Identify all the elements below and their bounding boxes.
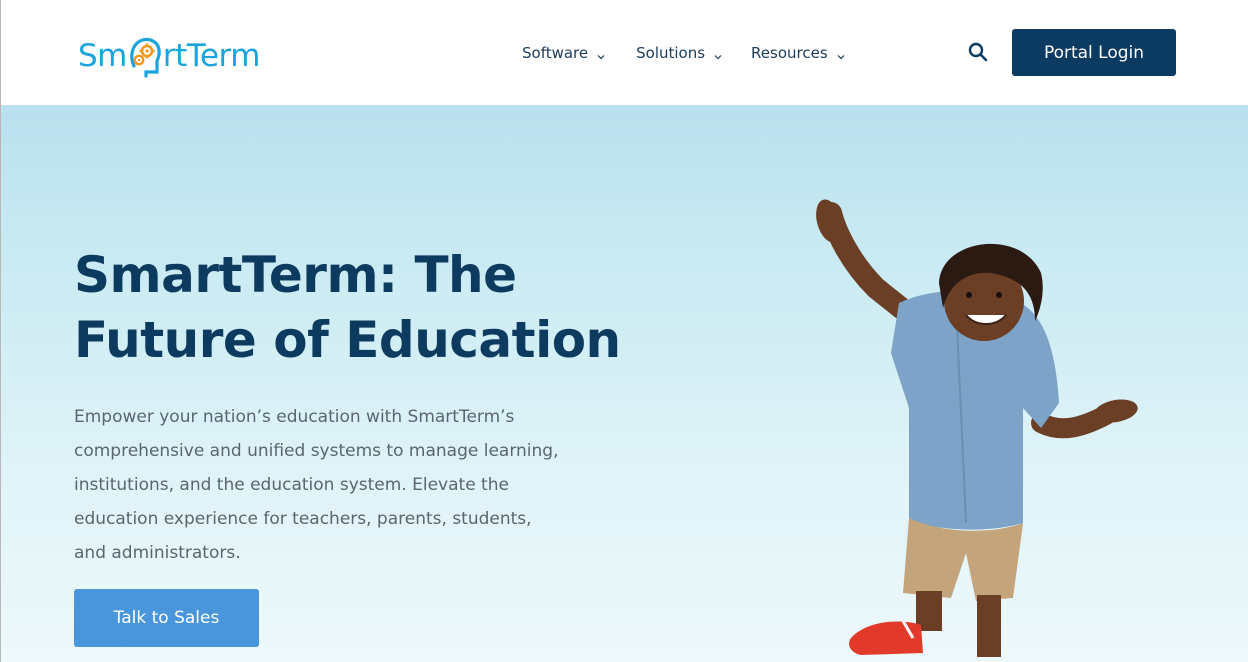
hero-section: SmartTerm: The Future of Education Empow… <box>1 105 1248 662</box>
site-header: Sm rtTerm Software Solutions Resources P… <box>1 0 1248 105</box>
main-nav: Software Solutions Resources <box>522 41 846 65</box>
chevron-down-icon <box>836 48 846 60</box>
nav-resources-label: Resources <box>751 44 828 62</box>
hero-child-image <box>791 193 1151 662</box>
chevron-down-icon <box>713 48 723 60</box>
hero-description: Empower your nation’s education with Sma… <box>74 407 559 563</box>
logo-text-start: Sm <box>78 38 127 74</box>
head-gear-icon <box>128 36 162 78</box>
nav-software[interactable]: Software <box>522 41 606 65</box>
nav-solutions[interactable]: Solutions <box>636 41 723 65</box>
nav-solutions-label: Solutions <box>636 44 706 62</box>
talk-to-sales-button[interactable]: Talk to Sales <box>74 589 259 647</box>
nav-resources[interactable]: Resources <box>751 41 846 65</box>
chevron-down-icon <box>596 48 606 60</box>
portal-login-button[interactable]: Portal Login <box>1012 29 1176 76</box>
logo-text-end: rtTerm <box>162 38 261 74</box>
search-icon[interactable] <box>967 41 989 63</box>
smartterm-logo[interactable]: Sm rtTerm <box>78 34 260 78</box>
hero-title: SmartTerm: The Future of Education <box>74 246 621 369</box>
nav-software-label: Software <box>522 44 589 62</box>
